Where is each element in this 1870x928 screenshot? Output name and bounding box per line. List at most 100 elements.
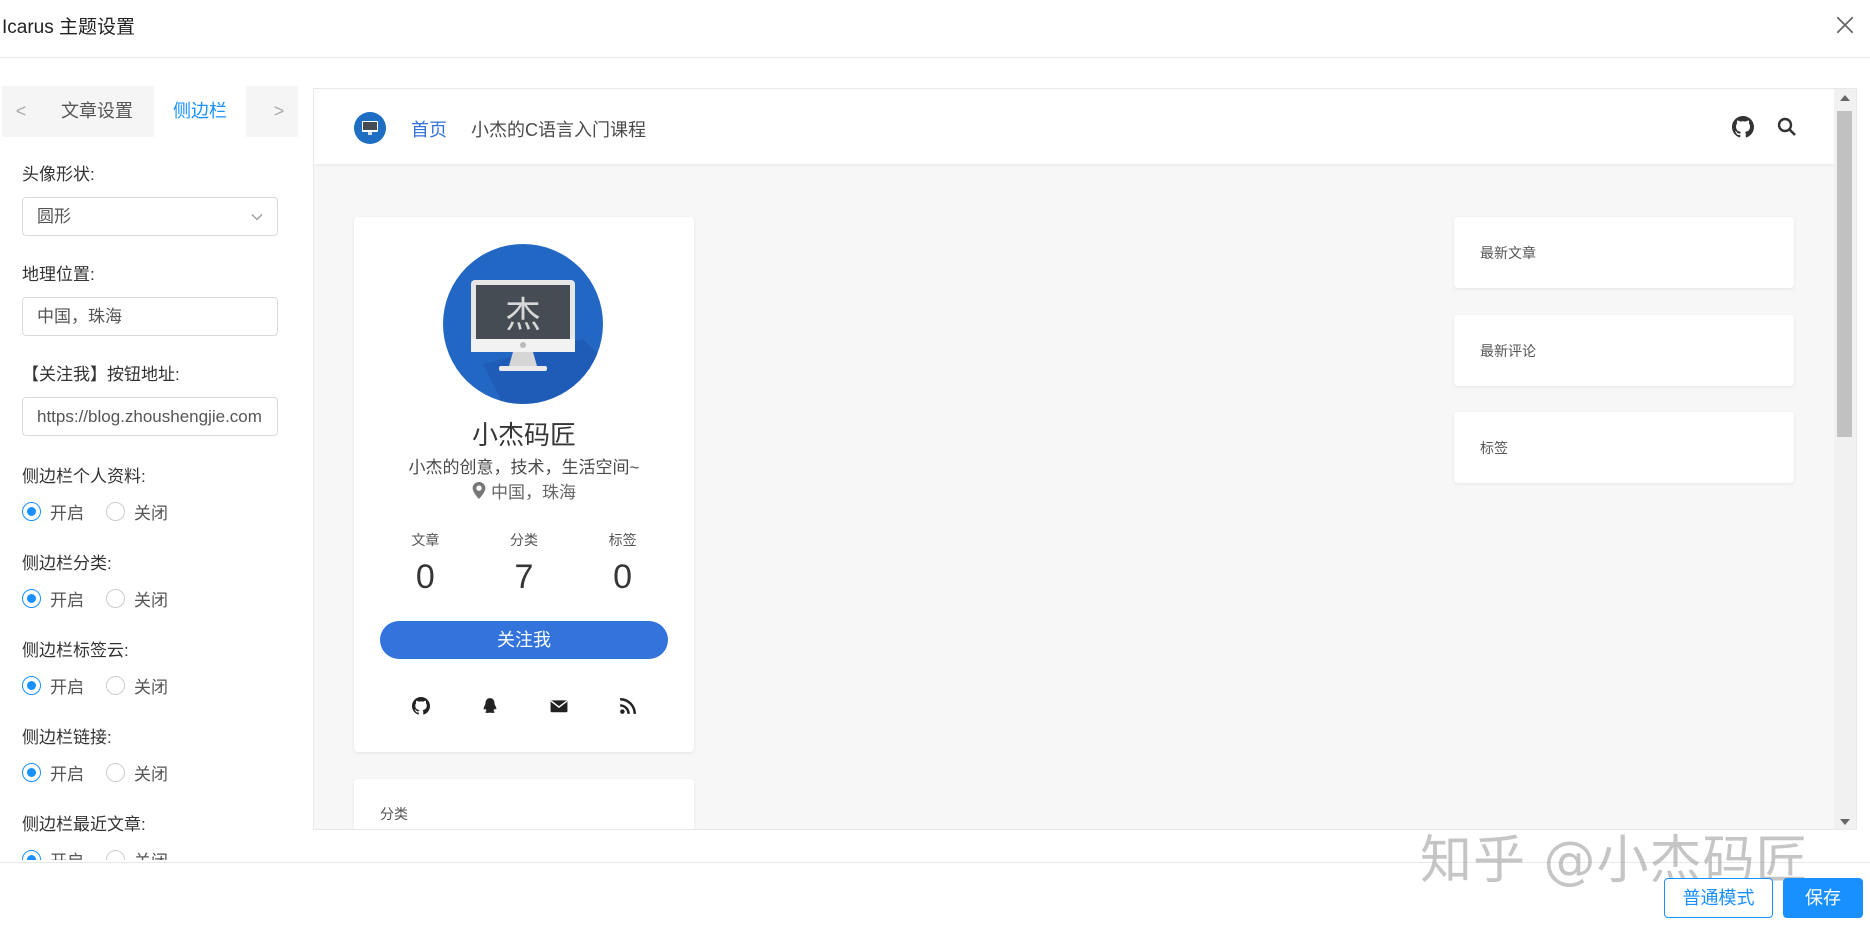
- radio-off-label: 关闭: [134, 591, 168, 610]
- widget-recent-comments: 最新评论: [1454, 315, 1794, 386]
- search-icon[interactable]: [1777, 117, 1797, 137]
- profile-avatar: 杰: [443, 244, 603, 404]
- radio-dot: [22, 850, 41, 860]
- save-button[interactable]: 保存: [1783, 878, 1863, 918]
- profile-tagline: 小杰的创意，技术，生活空间~: [408, 458, 640, 477]
- radio-group-label: 侧边栏标签云:: [22, 641, 129, 660]
- radio-off[interactable]: 关闭: [106, 586, 168, 611]
- profile-stats: 文章 0 分类 7 标签 0: [354, 530, 694, 597]
- dialog-header: Icarus 主题设置: [0, 0, 1870, 58]
- preview-scrollbar[interactable]: [1834, 89, 1856, 829]
- stat-label: 分类: [509, 532, 538, 548]
- avatar-shape-field: 头像形状: 圆形: [22, 160, 278, 236]
- monitor-icon: [362, 121, 378, 135]
- radio-on-label: 开启: [50, 504, 84, 523]
- radio-off-label: 关闭: [134, 678, 168, 697]
- radio-on[interactable]: 开启: [22, 586, 84, 611]
- settings-panel: < 文章设置 侧边栏 > 头像形状: 圆形 地理位置: 中国，珠海 【关注我】按…: [0, 86, 300, 860]
- stat-label: 文章: [411, 532, 440, 548]
- radio-off-label: 关闭: [134, 765, 168, 784]
- radio-group-profile: 侧边栏个人资料: 开启 关闭: [22, 462, 278, 524]
- widget-recent-posts: 最新文章: [1454, 217, 1794, 288]
- widget-tags: 标签: [1454, 412, 1794, 483]
- monitor-avatar-icon: 杰: [471, 280, 603, 404]
- stat-tags[interactable]: 标签 0: [575, 530, 671, 597]
- radio-dot: [22, 502, 41, 521]
- radio-on[interactable]: 开启: [22, 499, 84, 524]
- radio-dot: [106, 502, 125, 521]
- chevron-down-icon: [251, 214, 263, 221]
- preview-navbar: 首页 小杰的C语言入门课程: [314, 89, 1835, 164]
- avatar-shape-select[interactable]: 圆形: [22, 197, 278, 236]
- qq-icon[interactable]: [481, 697, 499, 715]
- stat-value: 0: [613, 558, 633, 596]
- radio-dot: [106, 589, 125, 608]
- radio-off-label: 关闭: [134, 847, 168, 860]
- radio-off[interactable]: 关闭: [106, 499, 168, 524]
- radio-dot: [106, 850, 125, 860]
- radio-on[interactable]: 开启: [22, 673, 84, 698]
- avatar-shape-label: 头像形状:: [22, 165, 95, 184]
- follow-button[interactable]: 关注我: [380, 621, 668, 659]
- map-marker-icon: [472, 482, 486, 499]
- avatar-shape-value: 圆形: [37, 207, 71, 226]
- tab-article-settings[interactable]: 文章设置: [42, 86, 152, 137]
- github-icon[interactable]: [411, 697, 430, 715]
- radio-dot: [22, 589, 41, 608]
- radio-group-label: 侧边栏个人资料:: [22, 467, 146, 486]
- radio-group-label: 侧边栏最近文章:: [22, 815, 146, 834]
- category-card: 分类: [354, 779, 694, 829]
- radio-group-label: 侧边栏分类:: [22, 554, 112, 573]
- location-field: 地理位置: 中国，珠海: [22, 260, 278, 336]
- radio-group-links: 侧边栏链接: 开启 关闭: [22, 723, 278, 785]
- social-links: [354, 697, 694, 715]
- radio-on[interactable]: 开启: [22, 760, 84, 785]
- radio-on-label: 开启: [50, 591, 84, 610]
- follow-url-field: 【关注我】按钮地址: https://blog.zhoushengjie.com: [22, 360, 278, 436]
- site-logo[interactable]: [354, 112, 386, 144]
- profile-name: 小杰码匠: [471, 420, 576, 450]
- follow-url-label: 【关注我】按钮地址:: [22, 365, 180, 384]
- profile-card: 杰 小杰码匠 小杰的创意，技术，生活空间~ 中国，珠海 文章 0 分类 7 标签 0 …: [354, 217, 694, 752]
- mail-icon[interactable]: [550, 697, 568, 715]
- radio-on-label: 开启: [50, 678, 84, 697]
- github-icon[interactable]: [1732, 116, 1754, 138]
- radio-dot: [22, 676, 41, 695]
- radio-off[interactable]: 关闭: [106, 760, 168, 785]
- radio-off[interactable]: 关闭: [106, 673, 168, 698]
- scrollbar-thumb[interactable]: [1837, 111, 1852, 437]
- category-card-title: 分类: [380, 806, 408, 822]
- location-input[interactable]: 中国，珠海: [22, 297, 278, 336]
- close-icon[interactable]: [1834, 14, 1856, 36]
- stat-value: 7: [514, 558, 534, 596]
- stat-label: 标签: [608, 532, 637, 548]
- widget-title: 最新文章: [1480, 245, 1536, 261]
- radio-dot: [106, 763, 125, 782]
- scroll-down-arrow[interactable]: [1840, 819, 1850, 825]
- rss-icon[interactable]: [619, 697, 637, 715]
- radio-dot: [22, 763, 41, 782]
- tab-prev-arrow[interactable]: <: [2, 86, 40, 137]
- radio-off-label: 关闭: [134, 504, 168, 523]
- follow-url-input[interactable]: https://blog.zhoushengjie.com: [22, 397, 278, 436]
- tab-sidebar[interactable]: 侧边栏: [154, 86, 246, 137]
- nav-course-link[interactable]: 小杰的C语言入门课程: [471, 116, 646, 142]
- radio-off[interactable]: 关闭: [106, 847, 168, 860]
- radio-on-label: 开启: [50, 847, 84, 860]
- nav-home-link[interactable]: 首页: [411, 116, 447, 142]
- stat-value: 0: [415, 558, 435, 596]
- location-label: 地理位置:: [22, 265, 95, 284]
- profile-location: 中国，珠海: [354, 478, 694, 503]
- widget-title: 最新评论: [1480, 343, 1536, 359]
- widget-title: 标签: [1480, 440, 1508, 456]
- dialog-title: Icarus 主题设置: [2, 17, 136, 38]
- stat-categories[interactable]: 分类 7: [476, 530, 572, 597]
- scroll-up-arrow[interactable]: [1840, 95, 1850, 101]
- theme-preview: 首页 小杰的C语言入门课程 杰 小杰码匠 小杰的创意，技术，生活空间~ 中国，珠…: [313, 88, 1857, 830]
- normal-mode-button[interactable]: 普通模式: [1664, 878, 1773, 918]
- stat-posts[interactable]: 文章 0: [377, 530, 473, 597]
- avatar-char: 杰: [505, 295, 541, 336]
- tab-next-arrow[interactable]: >: [260, 86, 298, 137]
- radio-group-tagcloud: 侧边栏标签云: 开启 关闭: [22, 636, 278, 698]
- radio-on[interactable]: 开启: [22, 847, 84, 860]
